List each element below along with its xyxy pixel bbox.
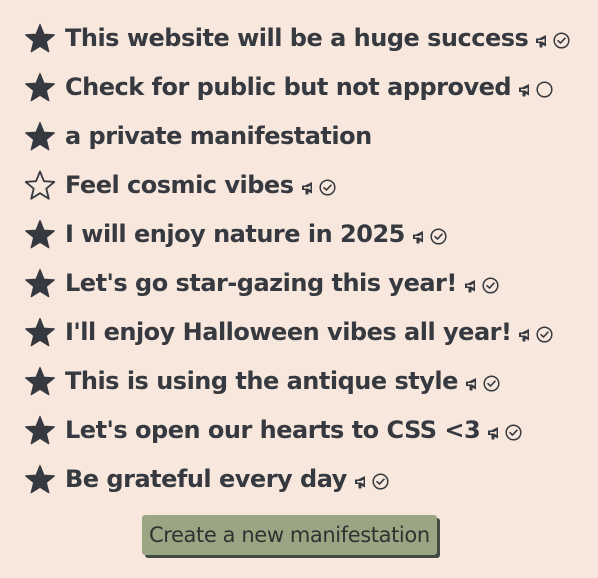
check-circle-icon	[372, 473, 389, 490]
manifestation-text[interactable]: I'll enjoy Halloween vibes all year!	[65, 318, 512, 346]
empty-circle-icon	[536, 81, 553, 98]
megaphone-icon	[353, 474, 369, 490]
manifestation-text[interactable]: Let's open our hearts to CSS <3	[65, 416, 481, 444]
megaphone-icon	[517, 327, 533, 343]
manifestation-item: This website will be a huge success	[25, 13, 570, 62]
check-circle-icon	[483, 375, 500, 392]
manifestation-item: Check for public but not approved	[25, 62, 570, 111]
megaphone-icon	[486, 425, 502, 441]
megaphone-icon	[534, 33, 550, 49]
check-circle-icon	[505, 424, 522, 441]
megaphone-icon	[300, 180, 316, 196]
star-filled-icon[interactable]	[25, 415, 55, 445]
manifestation-item: Let's go star-gazing this year!	[25, 258, 570, 307]
check-circle-icon	[318, 179, 336, 196]
manifestation-text[interactable]: Be grateful every day	[65, 465, 347, 493]
manifestation-text[interactable]: I will enjoy nature in 2025	[65, 220, 405, 248]
star-filled-icon[interactable]	[25, 23, 55, 53]
check-circle-icon	[536, 326, 553, 343]
check-circle-icon	[482, 277, 499, 294]
create-manifestation-button[interactable]: Create a new manifestation	[142, 515, 437, 555]
check-circle-icon	[553, 32, 570, 49]
star-filled-icon[interactable]	[25, 219, 55, 249]
megaphone-icon	[464, 376, 480, 392]
star-filled-icon[interactable]	[25, 72, 55, 102]
manifestation-text[interactable]: Feel cosmic vibes	[65, 171, 294, 199]
star-filled-icon[interactable]	[25, 268, 55, 298]
star-filled-icon[interactable]	[25, 121, 55, 151]
manifestation-item: Feel cosmic vibes	[25, 160, 570, 209]
manifestation-text[interactable]: Check for public but not approved	[65, 73, 512, 101]
star-outline-icon[interactable]	[25, 170, 55, 200]
manifestation-text[interactable]: Let's go star-gazing this year!	[65, 269, 457, 297]
manifestation-text[interactable]: This is using the antique style	[65, 367, 458, 395]
manifestation-text[interactable]: This website will be a huge success	[65, 24, 529, 52]
check-circle-icon	[430, 228, 447, 245]
megaphone-icon	[517, 82, 533, 98]
star-filled-icon[interactable]	[25, 317, 55, 347]
manifestation-text[interactable]: a private manifestation	[65, 122, 372, 150]
manifestation-item: Be grateful every day	[25, 454, 570, 503]
manifestation-item: Let's open our hearts to CSS <3	[25, 405, 570, 454]
star-filled-icon[interactable]	[25, 464, 55, 494]
star-filled-icon[interactable]	[25, 366, 55, 396]
manifestation-item: I will enjoy nature in 2025	[25, 209, 570, 258]
manifestation-item: I'll enjoy Halloween vibes all year!	[25, 307, 570, 356]
manifestation-item: a private manifestation	[25, 111, 570, 160]
megaphone-icon	[463, 278, 479, 294]
megaphone-icon	[411, 229, 427, 245]
manifestation-item: This is using the antique style	[25, 356, 570, 405]
manifestation-list: This website will be a huge success Check…	[25, 13, 570, 503]
